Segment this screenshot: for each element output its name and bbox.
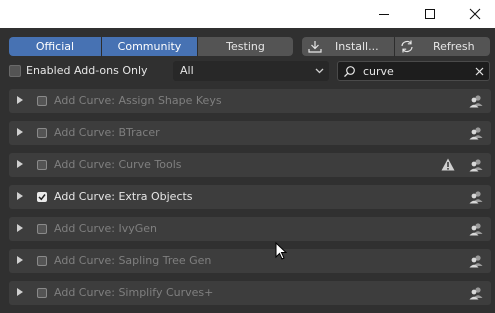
community-badge	[469, 222, 483, 239]
refresh-button[interactable]: Refresh	[395, 37, 490, 56]
warning-badge	[441, 158, 455, 174]
warning-icon	[441, 158, 455, 171]
addon-name: Add Curve: BTracer	[54, 126, 160, 139]
addon-name: Add Curve: Extra Objects	[54, 190, 193, 203]
addon-enable-checkbox[interactable]	[37, 224, 47, 234]
clear-search-icon[interactable]	[475, 67, 484, 76]
community-badge	[469, 158, 483, 175]
download-icon	[308, 41, 322, 53]
expand-arrow-icon[interactable]	[17, 256, 23, 264]
install-button[interactable]: Install...	[302, 37, 394, 56]
users-icon	[469, 255, 483, 268]
community-badge	[469, 190, 483, 207]
addon-row[interactable]: Add Curve: Assign Shape Keys	[9, 89, 491, 113]
tab-testing-label: Testing	[226, 40, 265, 53]
expand-arrow-icon[interactable]	[17, 96, 23, 104]
addon-enable-checkbox[interactable]	[37, 96, 47, 106]
checkmark-icon	[38, 194, 46, 201]
maximize-icon	[425, 9, 435, 19]
install-label: Install...	[335, 40, 379, 53]
addon-name: Add Curve: IvyGen	[54, 222, 157, 235]
addon-enable-checkbox[interactable]	[37, 128, 47, 138]
tab-community[interactable]: Community	[102, 37, 197, 56]
users-icon	[469, 159, 483, 172]
search-input[interactable]: curve	[337, 61, 490, 81]
tab-testing[interactable]: Testing	[198, 37, 293, 56]
addon-enable-checkbox[interactable]	[37, 192, 47, 202]
title-bar	[0, 0, 495, 28]
category-dropdown[interactable]: All	[173, 61, 329, 81]
addon-row[interactable]: Add Curve: BTracer	[9, 121, 491, 145]
category-value: All	[180, 64, 194, 77]
addon-enable-checkbox[interactable]	[37, 256, 47, 266]
addon-row[interactable]: Add Curve: Curve Tools	[9, 153, 491, 177]
tab-community-label: Community	[117, 40, 182, 53]
tab-official-label: Official	[35, 40, 75, 53]
refresh-label: Refresh	[433, 40, 475, 53]
tab-official[interactable]: Official	[9, 37, 101, 56]
addon-name: Add Curve: Curve Tools	[54, 158, 182, 171]
addon-name: Add Curve: Assign Shape Keys	[54, 94, 222, 107]
addon-row[interactable]: Add Curve: Simplify Curves+	[9, 281, 491, 305]
community-badge	[469, 254, 483, 271]
enabled-only-label: Enabled Add-ons Only	[26, 64, 148, 77]
addon-enable-checkbox[interactable]	[37, 288, 47, 298]
community-badge	[469, 126, 483, 143]
addon-row[interactable]: Add Curve: Sapling Tree Gen	[9, 249, 491, 273]
search-value: curve	[363, 65, 394, 78]
expand-arrow-icon[interactable]	[17, 224, 23, 232]
addon-row[interactable]: Add Curve: IvyGen	[9, 217, 491, 241]
users-icon	[469, 287, 483, 300]
users-icon	[469, 127, 483, 140]
refresh-icon	[401, 40, 413, 53]
close-icon	[469, 8, 481, 20]
addon-enable-checkbox[interactable]	[37, 160, 47, 170]
expand-arrow-icon[interactable]	[17, 160, 23, 168]
expand-arrow-icon[interactable]	[17, 288, 23, 296]
close-button[interactable]	[456, 0, 494, 28]
users-icon	[469, 95, 483, 108]
chevron-down-icon	[315, 68, 324, 74]
addon-name: Add Curve: Simplify Curves+	[54, 286, 214, 299]
community-badge	[469, 286, 483, 303]
maximize-button[interactable]	[411, 0, 449, 28]
addon-row[interactable]: Add Curve: Extra Objects	[9, 185, 491, 209]
community-badge	[469, 94, 483, 111]
users-icon	[469, 191, 483, 204]
expand-arrow-icon[interactable]	[17, 192, 23, 200]
expand-arrow-icon[interactable]	[17, 128, 23, 136]
enabled-only-checkbox[interactable]	[9, 65, 21, 77]
mouse-cursor-icon	[275, 242, 288, 260]
minimize-icon	[379, 14, 389, 15]
minimize-button[interactable]	[365, 0, 403, 28]
addon-name: Add Curve: Sapling Tree Gen	[54, 254, 212, 267]
users-icon	[469, 223, 483, 236]
search-icon	[344, 66, 355, 78]
